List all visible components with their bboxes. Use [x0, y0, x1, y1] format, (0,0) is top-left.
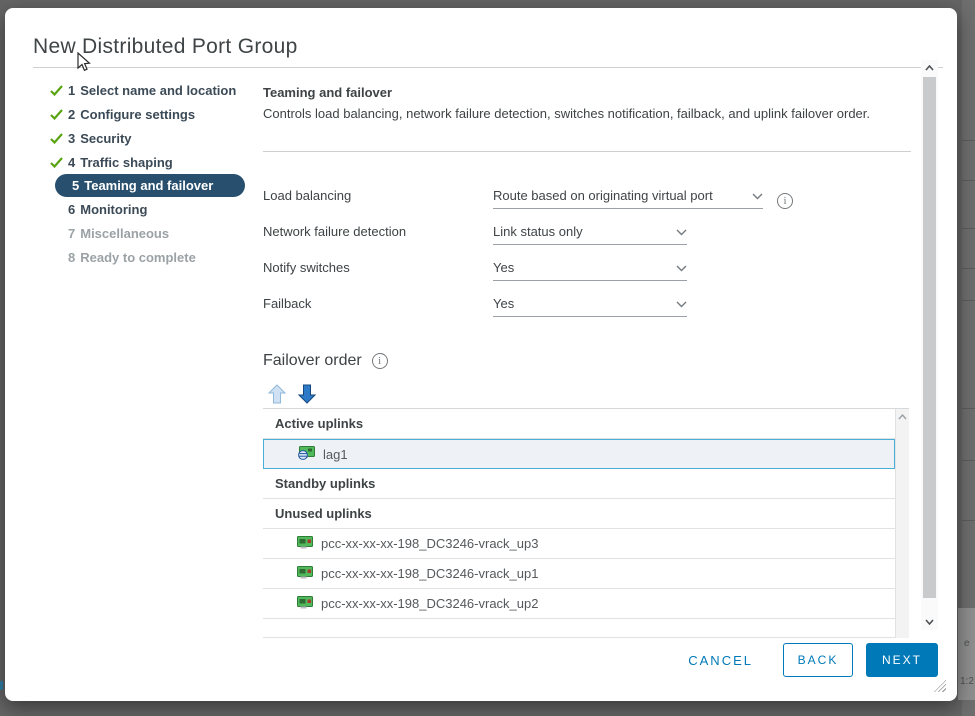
step-number: 6	[68, 202, 75, 217]
load-balancing-value: Route based on originating virtual port	[493, 188, 713, 203]
network-failure-detection-label: Network failure detection	[263, 214, 493, 250]
move-up-button[interactable]	[267, 383, 287, 404]
dialog-resize-handle[interactable]	[934, 680, 946, 692]
chevron-down-icon	[676, 224, 687, 239]
notify-switches-select[interactable]: Yes	[493, 255, 687, 281]
wizard-step-traffic-shaping[interactable]: 4 Traffic shaping	[50, 150, 250, 174]
uplink-row-vrack-up1[interactable]: pcc-xx-xx-xx-198_DC3246-vrack_up1	[263, 559, 895, 589]
content-scrollbar[interactable]	[921, 60, 938, 630]
nic-icon	[297, 536, 313, 552]
uplink-label: pcc-xx-xx-xx-198_DC3246-vrack_up3	[321, 536, 538, 551]
failover-order-table: Active uplinks lag1 Standby uplinks Unus…	[263, 408, 909, 638]
teaming-settings-form: Load balancing Route based on originatin…	[263, 178, 911, 322]
step-number: 8	[68, 250, 75, 265]
check-icon	[50, 133, 68, 144]
check-icon	[50, 157, 68, 168]
network-failure-detection-value: Link status only	[493, 224, 583, 239]
next-button[interactable]: NEXT	[866, 643, 938, 677]
info-icon[interactable]: i	[777, 193, 793, 209]
step-label: Configure settings	[80, 107, 195, 122]
network-failure-detection-row: Network failure detection Link status on…	[263, 214, 911, 250]
nic-icon	[297, 596, 313, 612]
wizard-step-monitoring[interactable]: 6 Monitoring	[50, 197, 250, 221]
wizard-step-teaming-and-failover[interactable]: 5 Teaming and failover	[55, 174, 245, 197]
page-description: Controls load balancing, network failure…	[263, 102, 918, 126]
scroll-down-button[interactable]	[921, 614, 938, 630]
step-label: Teaming and failover	[84, 178, 213, 193]
table-scrollbar[interactable]	[895, 409, 909, 638]
step-number: 7	[68, 226, 75, 241]
step-number: 1	[68, 83, 75, 98]
chevron-down-icon	[676, 260, 687, 275]
network-failure-detection-select[interactable]: Link status only	[493, 219, 687, 245]
uplink-group-header-active: Active uplinks	[263, 409, 895, 439]
back-button[interactable]: BACK	[783, 643, 853, 677]
load-balancing-select[interactable]: Route based on originating virtual port	[493, 183, 763, 209]
step-number: 4	[68, 155, 75, 170]
title-divider	[33, 67, 943, 68]
uplink-row-lag1[interactable]: lag1	[263, 439, 895, 469]
cancel-button[interactable]: CANCEL	[688, 653, 753, 668]
content-divider	[263, 151, 911, 152]
notify-switches-row: Notify switches Yes	[263, 250, 911, 286]
wizard-step-configure-settings[interactable]: 2 Configure settings	[50, 102, 250, 126]
chevron-down-icon	[676, 296, 687, 311]
nic-icon	[297, 566, 313, 582]
failback-row: Failback Yes	[263, 286, 911, 322]
uplink-label: pcc-xx-xx-xx-198_DC3246-vrack_up2	[321, 596, 538, 611]
step-label: Ready to complete	[80, 250, 196, 265]
uplink-label: lag1	[323, 447, 348, 462]
failback-label: Failback	[263, 286, 493, 322]
failover-move-controls	[267, 383, 317, 404]
failback-select[interactable]: Yes	[493, 291, 687, 317]
check-icon	[50, 109, 68, 120]
chevron-down-icon	[752, 188, 763, 203]
wizard-step-ready-to-complete: 8 Ready to complete	[50, 245, 250, 269]
step-label: Traffic shaping	[80, 155, 172, 170]
scrollbar-thumb[interactable]	[923, 77, 936, 598]
table-empty-row	[263, 619, 895, 638]
wizard-step-security[interactable]: 3 Security	[50, 126, 250, 150]
wizard-steps-sidebar: 1 Select name and location 2 Configure s…	[50, 78, 250, 269]
wizard-step-miscellaneous: 7 Miscellaneous	[50, 221, 250, 245]
uplink-row-vrack-up3[interactable]: pcc-xx-xx-xx-198_DC3246-vrack_up3	[263, 529, 895, 559]
page-heading: Teaming and failover	[263, 85, 392, 100]
failback-value: Yes	[493, 296, 514, 311]
step-label: Select name and location	[80, 83, 236, 98]
failover-order-title: Failover order	[263, 352, 362, 370]
uplink-row-vrack-up2[interactable]: pcc-xx-xx-xx-198_DC3246-vrack_up2	[263, 589, 895, 619]
wizard-step-select-name-and-location[interactable]: 1 Select name and location	[50, 78, 250, 102]
load-balancing-label: Load balancing	[263, 178, 493, 214]
info-icon[interactable]: i	[372, 353, 388, 369]
uplink-group-header-standby: Standby uplinks	[263, 469, 895, 499]
uplink-group-header-unused: Unused uplinks	[263, 499, 895, 529]
background-blue-mark	[0, 681, 3, 690]
move-down-button[interactable]	[297, 383, 317, 404]
background-panel-strip: e 1:2	[958, 608, 975, 700]
load-balancing-row: Load balancing Route based on originatin…	[263, 178, 911, 214]
dialog-title: New Distributed Port Group	[33, 35, 298, 59]
new-distributed-port-group-dialog: New Distributed Port Group 1 Select name…	[5, 8, 957, 701]
scroll-up-button[interactable]	[921, 60, 938, 76]
background-peek-text-top: e	[964, 638, 970, 649]
step-number: 2	[68, 107, 75, 122]
background-peek-text-bottom: 1:2	[960, 676, 974, 687]
lag-icon	[298, 446, 315, 463]
failover-order-heading: Failover order i	[263, 352, 388, 370]
dialog-footer: CANCEL BACK NEXT	[688, 643, 938, 677]
step-label: Security	[80, 131, 131, 146]
step-number: 5	[72, 178, 79, 193]
step-number: 3	[68, 131, 75, 146]
step-label: Miscellaneous	[80, 226, 169, 241]
uplink-label: pcc-xx-xx-xx-198_DC3246-vrack_up1	[321, 566, 538, 581]
notify-switches-value: Yes	[493, 260, 514, 275]
step-label: Monitoring	[80, 202, 147, 217]
notify-switches-label: Notify switches	[263, 250, 493, 286]
check-icon	[50, 85, 68, 96]
